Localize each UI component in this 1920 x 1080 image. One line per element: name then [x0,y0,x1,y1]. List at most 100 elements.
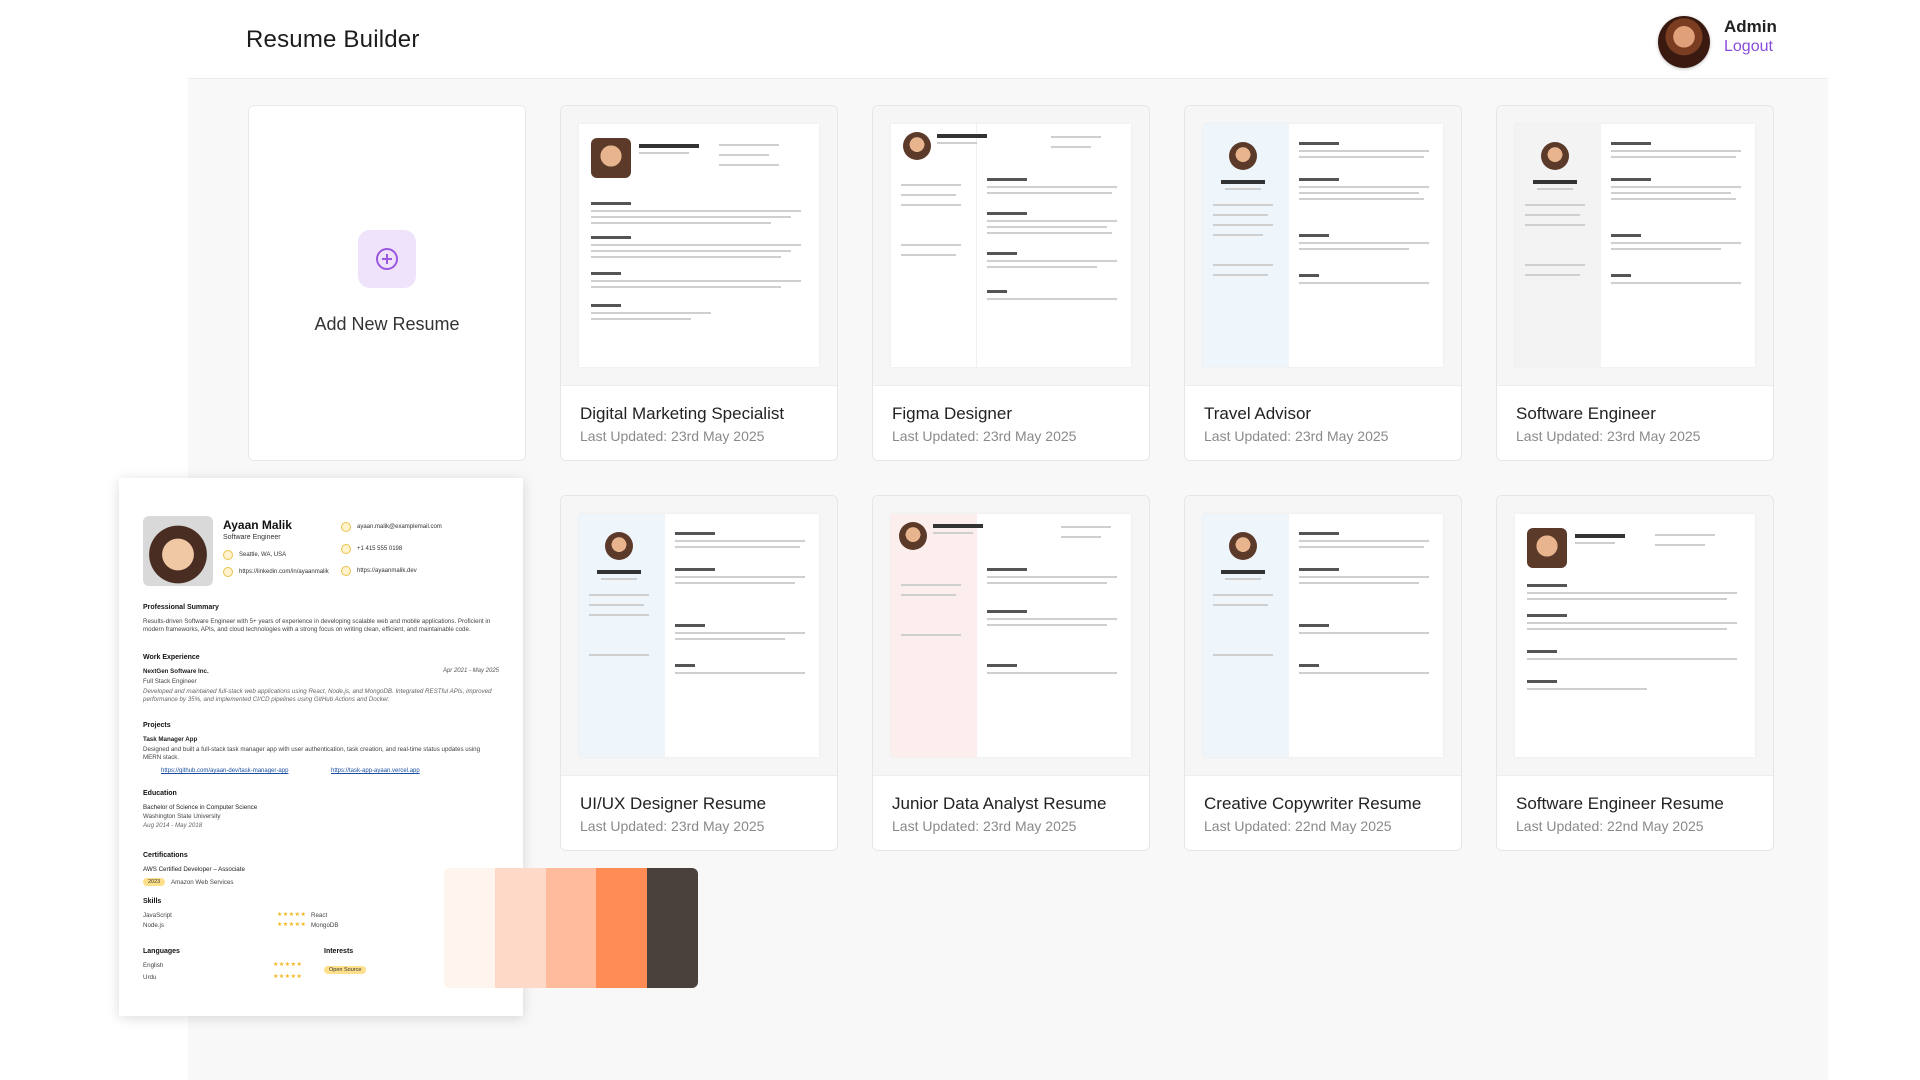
email-contact: ayaan.malik@examplemail.com [341,522,442,532]
certifications-heading: Certifications [143,852,188,859]
resume-mini-preview [891,514,1131,757]
user-avatar[interactable] [1658,16,1710,68]
logout-link[interactable]: Logout [1724,38,1773,56]
phone-icon [341,544,351,554]
summary-text: Results-driven Software Engineer with 5+… [143,618,491,633]
summary-heading: Professional Summary [143,604,219,611]
resume-card[interactable]: Figma Designer Last Updated: 23rd May 20… [872,105,1150,461]
experience-heading: Work Experience [143,654,200,661]
resume-title: Creative Copywriter Resume [1204,794,1422,813]
website-icon [341,566,351,576]
color-swatch[interactable] [545,868,597,988]
resume-last-updated: Last Updated: 23rd May 2025 [580,428,765,444]
certification-issuer: Amazon Web Services [171,879,234,886]
resume-mini-preview [1515,514,1755,757]
job-title: Full Stack Engineer [143,678,197,685]
linkedin-icon [223,567,233,577]
resume-thumbnail [873,106,1149,386]
color-palette [444,868,698,988]
resume-title: UI/UX Designer Resume [580,794,767,813]
resume-title: Software Engineer Resume [1516,794,1724,813]
resume-title: Software Engineer [1516,404,1656,423]
resume-mini-preview [579,124,819,367]
resume-thumbnail [1185,106,1461,386]
resume-card[interactable]: Junior Data Analyst Resume Last Updated:… [872,495,1150,851]
linkedin-contact: https://linkedin.com/in/ayaanmalik [223,567,329,577]
resume-card[interactable]: Travel Advisor Last Updated: 23rd May 20… [1184,105,1462,461]
preview-role: Software Engineer [223,534,281,541]
plus-circle-icon [376,248,398,270]
degree: Bachelor of Science in Computer Science [143,804,258,811]
resume-mini-preview [1203,514,1443,757]
resume-last-updated: Last Updated: 23rd May 2025 [892,818,1077,834]
preview-name: Ayaan Malik [223,518,292,532]
language-rating-stars: ★★★★★ [273,962,303,968]
add-new-resume-card[interactable]: Add New Resume [248,105,526,461]
resume-thumbnail [1185,496,1461,776]
email-icon [341,522,351,532]
job-dates: Apr 2021 - May 2025 [442,668,499,674]
skill-item: MongoDB [311,922,339,929]
location-contact: Seattle, WA, USA [223,550,286,560]
resume-last-updated: Last Updated: 22nd May 2025 [1516,818,1704,834]
resume-thumbnail [561,106,837,386]
resume-card[interactable]: Digital Marketing Specialist Last Update… [560,105,838,461]
certification-year-badge: 2023 [143,878,166,886]
skill-item: React [311,912,328,919]
skill-rating-stars: ★★★★★ [277,912,307,918]
resume-last-updated: Last Updated: 23rd May 2025 [1204,428,1389,444]
resume-thumbnail [1497,106,1773,386]
color-swatch[interactable] [444,868,495,988]
app-title: Resume Builder [246,26,420,53]
project-github-link[interactable]: https://github.com/ayaan-dev/task-manage… [161,768,288,774]
resume-thumbnail [561,496,837,776]
website-contact: https://ayaanmalik.dev [341,566,417,576]
interest-badge: Open Source [324,966,367,974]
resume-thumbnail [873,496,1149,776]
language-rating-stars: ★★★★★ [273,974,303,980]
add-icon-box[interactable] [358,230,416,288]
user-name: Admin [1724,17,1777,36]
skills-heading: Skills [143,898,162,905]
project-name: Task Manager App [143,736,198,743]
resume-title: Junior Data Analyst Resume [892,794,1107,813]
education-dates: Aug 2014 - May 2018 [143,822,203,829]
resume-card[interactable]: UI/UX Designer Resume Last Updated: 23rd… [560,495,838,851]
resume-last-updated: Last Updated: 23rd May 2025 [580,818,765,834]
skill-item: Node.js [143,922,164,929]
resume-mini-preview [579,514,819,757]
phone-contact: +1 415 555 0198 [341,544,402,554]
resume-card[interactable]: Software Engineer Resume Last Updated: 2… [1496,495,1774,851]
school: Washington State University [143,813,221,820]
resume-last-updated: Last Updated: 22nd May 2025 [1204,818,1392,834]
color-swatch[interactable] [647,868,698,988]
location-icon [223,550,233,560]
education-heading: Education [143,790,177,797]
color-swatch[interactable] [494,868,546,988]
resume-last-updated: Last Updated: 23rd May 2025 [1516,428,1701,444]
resume-title: Figma Designer [892,404,1012,423]
project-description: Designed and built a full-stack task man… [143,746,481,761]
resume-last-updated: Last Updated: 23rd May 2025 [892,428,1077,444]
add-new-resume-label: Add New Resume [314,314,460,334]
project-live-link[interactable]: https://task-app-ayaan.vercel.app [331,768,420,774]
resume-thumbnail [1497,496,1773,776]
profile-photo [143,516,213,586]
skill-item: JavaScript [143,912,172,919]
language-item: Urdu [143,974,157,981]
resume-mini-preview [1515,124,1755,367]
resume-title: Travel Advisor [1204,404,1312,423]
resume-title: Digital Marketing Specialist [580,404,785,423]
interests-heading: Interests [324,948,354,955]
projects-heading: Projects [143,722,171,729]
color-swatch[interactable] [596,868,648,988]
resume-card[interactable]: Creative Copywriter Resume Last Updated:… [1184,495,1462,851]
skill-rating-stars: ★★★★★ [277,922,307,928]
resume-card[interactable]: Software Engineer Last Updated: 23rd May… [1496,105,1774,461]
resume-mini-preview [1203,124,1443,367]
top-bar: Resume Builder Admin Logout [0,0,1920,78]
languages-heading: Languages [143,948,180,955]
job-description: Developed and maintained full-stack web … [143,688,492,703]
language-item: English [143,962,164,969]
resume-mini-preview [891,124,1131,367]
